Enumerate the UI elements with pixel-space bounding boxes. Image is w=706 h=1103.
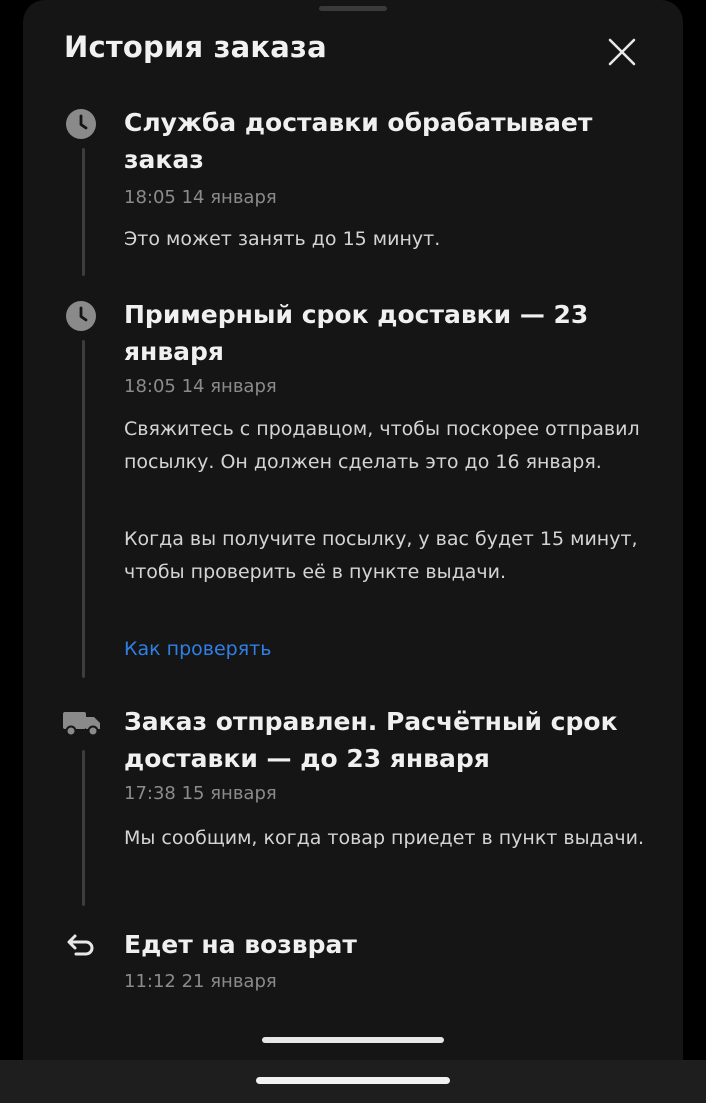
screen: История заказа Служба доставки обрабатыв… <box>0 0 706 1103</box>
event-description: Когда вы получите посылку, у вас будет 1… <box>124 528 638 583</box>
timeline-connector <box>82 148 85 276</box>
timeline-connector <box>82 340 85 678</box>
event-title: Едет на возврат <box>124 930 357 959</box>
clock-icon <box>64 299 98 333</box>
event-timestamp: 11:12 21 января <box>124 971 277 992</box>
event-description: Это может занять до 15 минут. <box>124 228 441 250</box>
event-description: Свяжитесь с продавцом, чтобы поскорее от… <box>124 418 640 473</box>
return-arrow-icon <box>64 928 98 962</box>
home-indicator[interactable] <box>256 1077 450 1084</box>
event-title: Служба доставки обрабатывает заказ <box>124 108 593 174</box>
how-to-check-link[interactable]: Как проверять <box>124 635 271 663</box>
event-title: Заказ отправлен. Расчётный срок доставки… <box>124 707 618 773</box>
clock-icon <box>64 107 98 141</box>
system-navigation-bar <box>0 1060 706 1103</box>
event-title: Примерный срок доставки — 23 января <box>124 300 589 366</box>
event-timestamp: 18:05 14 января <box>124 187 277 208</box>
truck-icon <box>62 706 102 740</box>
order-timeline: Служба доставки обрабатывает заказ 18:05… <box>0 0 706 1060</box>
event-timestamp: 17:38 15 января <box>124 783 277 804</box>
event-timestamp: 18:05 14 января <box>124 376 277 397</box>
timeline-connector <box>82 750 85 906</box>
event-description: Мы сообщим, когда товар приедет в пункт … <box>124 827 644 849</box>
sheet-home-indicator <box>262 1037 444 1043</box>
